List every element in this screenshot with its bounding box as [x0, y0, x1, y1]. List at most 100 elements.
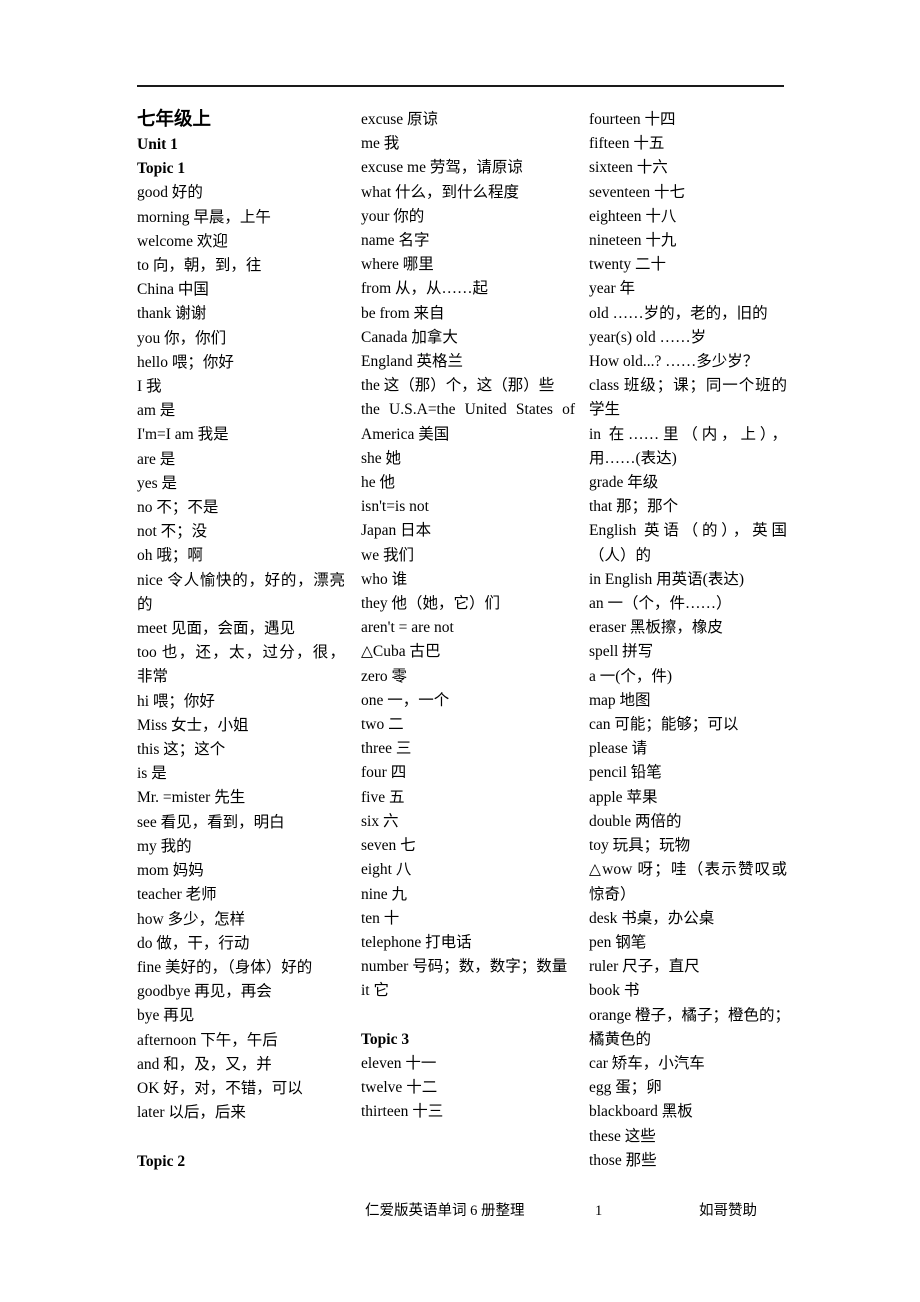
vocabulary-entry: fourteen 十四 — [589, 111, 676, 128]
vocabulary-entry: do 做，干，行动 — [137, 934, 250, 952]
vocabulary-entry: thank 谢谢 — [137, 305, 207, 323]
vocabulary-entry: △wow 呀；哇（表示赞叹或惊奇） — [589, 861, 787, 903]
vocabulary-entry: I 我 — [137, 378, 162, 396]
vocabulary-entry: afternoon 下午，午后 — [137, 1031, 278, 1049]
vocabulary-entry: you 你，你们 — [137, 329, 227, 347]
vocabulary-entry: four 四 — [361, 764, 407, 782]
document-page: 七年级上 Unit 1 Topic 1 good 好的 morning 早晨，上午 wel… — [0, 0, 920, 1302]
vocabulary-entry: not 不；没 — [137, 523, 208, 541]
vocabulary-entry: hello 喂；你好 — [137, 353, 234, 371]
vocabulary-entry: six 六 — [361, 812, 399, 830]
vocabulary-entry: egg 蛋；卵 — [589, 1079, 662, 1097]
vocabulary-entry: your 你的 — [361, 207, 425, 225]
vocabulary-entry: oh 哦；啊 — [137, 547, 203, 565]
footer-credit: 如哥赞助 — [699, 1203, 757, 1219]
vocabulary-entry: a 一(个，件) — [589, 667, 673, 685]
vocabulary-entry: ruler 尺子，直尺 — [589, 958, 700, 976]
vocabulary-entry: telephone 打电话 — [361, 933, 472, 951]
vocabulary-entry: bye 再见 — [137, 1007, 195, 1025]
vocabulary-entry: isn't=is not — [361, 498, 429, 516]
vocabulary-entry: teacher 老师 — [137, 886, 217, 904]
vocabulary-entry: desk 书桌，办公桌 — [589, 909, 715, 927]
vocabulary-entry: one 一，一个 — [361, 691, 450, 709]
vocabulary-entry: seventeen 十七 — [589, 183, 685, 201]
vocabulary-entry: spell 拼写 — [589, 643, 654, 661]
vocabulary-entry: pencil 铅笔 — [589, 764, 662, 782]
vocabulary-entry: welcome 欢迎 — [137, 232, 228, 250]
vocabulary-entry: eleven 十一 — [361, 1054, 437, 1072]
section-title: 七年级上 — [137, 110, 212, 130]
vocabulary-entry: Mr. =mister 先生 — [137, 789, 246, 807]
vocabulary-entry: and 和，及，又，并 — [137, 1055, 272, 1073]
vocabulary-entry: old ……岁的，老的，旧的 — [589, 304, 768, 322]
vocabulary-entry: the 这（那）个，这（那）些 — [361, 377, 555, 395]
vocabulary-entry: it 它 — [361, 982, 389, 1000]
vocabulary-entry: from 从，从……起 — [361, 280, 489, 298]
vocabulary-entry: am 是 — [137, 402, 176, 420]
vocabulary-entry: zero 零 — [361, 667, 408, 685]
vocabulary-entry: grade 年级 — [589, 474, 659, 492]
vocabulary-entry: seven 七 — [361, 837, 416, 855]
vocabulary-entry: China 中国 — [137, 281, 209, 299]
vocabulary-entry: later 以后，后来 — [137, 1104, 246, 1122]
footer-title: 仁爱版英语单词 6 册整理 — [365, 1203, 525, 1219]
vocabulary-entry: are 是 — [137, 450, 176, 468]
vocabulary-entry: is 是 — [137, 765, 167, 783]
word-column-2: excuse 原谅 me 我 excuse me 劳驾，请原谅 what 什么，到什么… — [361, 108, 589, 1125]
vocabulary-entry: Japan 日本 — [361, 522, 432, 540]
vocabulary-entry: excuse 原谅 — [361, 111, 439, 128]
vocabulary-entry: two 二 — [361, 716, 404, 734]
page-footer: 仁爱版英语单词 6 册整理 1 如哥赞助 — [137, 1200, 797, 1222]
vocabulary-entry: map 地图 — [589, 691, 651, 709]
vocabulary-entry: fifteen 十五 — [589, 135, 665, 153]
vocabulary-entry: year 年 — [589, 280, 636, 298]
vocabulary-entry: thirteen 十三 — [361, 1103, 444, 1121]
vocabulary-entry: 橘黄色的 — [589, 1030, 652, 1048]
vocabulary-entry: book 书 — [589, 982, 640, 1000]
vocabulary-entry: they 他（她，它）们 — [361, 595, 501, 613]
vocabulary-entry: hi 喂；你好 — [137, 692, 215, 710]
vocabulary-entry: How old...? ……多少岁？ — [589, 353, 759, 371]
vocabulary-entry: morning 早晨，上午 — [137, 208, 271, 226]
vocabulary-entry: toy 玩具；玩物 — [589, 837, 691, 855]
vocabulary-entry: OK 好，对，不错，可以 — [137, 1079, 303, 1097]
vocabulary-entry: △Cuba 古巴 — [361, 643, 441, 661]
vocabulary-entry: in English 用英语(表达) — [589, 570, 744, 588]
vocabulary-entry: me 我 — [361, 135, 400, 153]
vocabulary-entry: yes 是 — [137, 474, 178, 492]
vocabulary-entry: see 看见，看到，明白 — [137, 813, 285, 831]
vocabulary-entry: England 英格兰 — [361, 353, 464, 371]
vocabulary-entry: she 她 — [361, 449, 402, 467]
vocabulary-entry: eraser 黑板擦，橡皮 — [589, 619, 723, 637]
vocabulary-entry: goodbye 再见，再会 — [137, 983, 272, 1001]
vocabulary-entry: eighteen 十八 — [589, 207, 677, 225]
section-heading: Topic 2 — [137, 1152, 186, 1170]
vocabulary-entry: this 这；这个 — [137, 741, 226, 759]
vocabulary-entry: English 英语（的），英国（人）的 — [589, 522, 787, 564]
vocabulary-entry: apple 苹果 — [589, 788, 658, 806]
vocabulary-entry: number 号码；数，数字；数量 — [361, 958, 568, 976]
vocabulary-entry: fine 美好的，（身体）好的 — [137, 958, 313, 976]
section-heading: Unit 1 — [137, 136, 178, 153]
section-heading: Topic 3 — [361, 1030, 410, 1048]
vocabulary-entry: name 名字 — [361, 232, 430, 250]
vocabulary-entry: these 这些 — [589, 1127, 656, 1145]
vocabulary-entry: mom 妈妈 — [137, 862, 204, 880]
word-list-columns: 七年级上 Unit 1 Topic 1 good 好的 morning 早晨，上午 wel… — [137, 108, 791, 1174]
vocabulary-entry: pen 钢笔 — [589, 933, 647, 951]
vocabulary-entry: orange 橙子，橘子；橙色的； — [589, 1006, 791, 1024]
vocabulary-entry: I'm=I am 我是 — [137, 426, 229, 444]
vocabulary-entry: that 那；那个 — [589, 498, 679, 516]
header-rule — [137, 85, 784, 87]
vocabulary-entry: who 谁 — [361, 570, 408, 588]
vocabulary-entry: three 三 — [361, 740, 412, 758]
vocabulary-entry: my 我的 — [137, 837, 192, 855]
vocabulary-entry: eight 八 — [361, 861, 412, 879]
vocabulary-entry: to 向，朝，到，往 — [137, 257, 262, 275]
vocabulary-entry: Miss 女士，小姐 — [137, 716, 249, 734]
vocabulary-entry: in 在……里（内，上），用……(表达) — [589, 425, 787, 467]
vocabulary-entry: double 两倍的 — [589, 812, 682, 830]
vocabulary-entry: aren't = are not — [361, 619, 454, 637]
footer-page-number: 1 — [595, 1203, 603, 1219]
